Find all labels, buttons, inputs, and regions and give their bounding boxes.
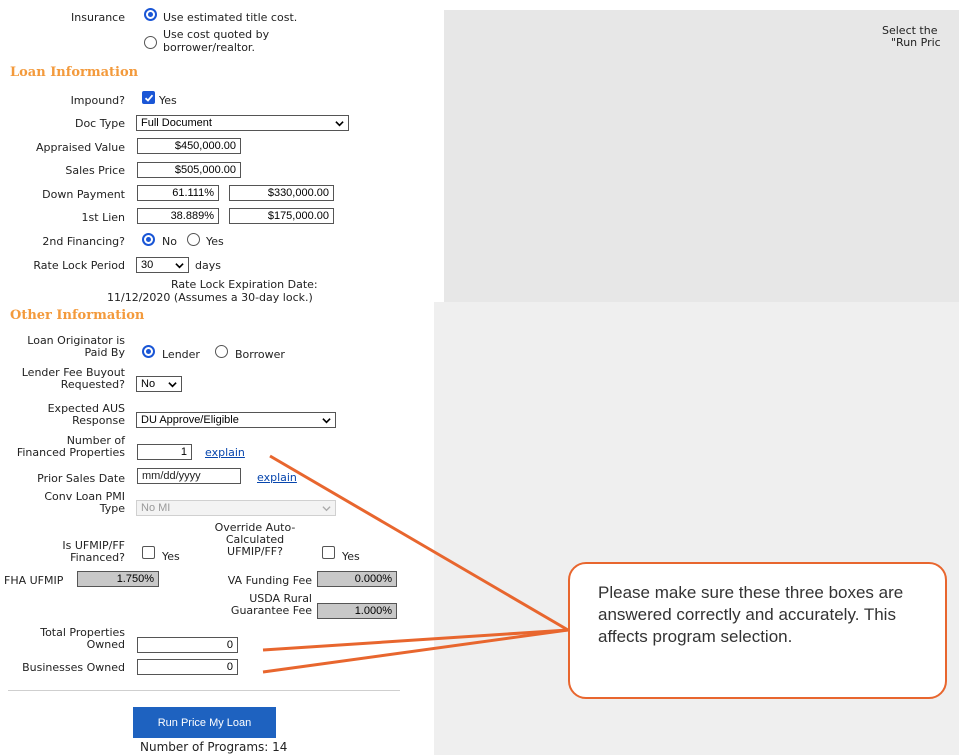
annotation-arrow-financed — [269, 454, 569, 632]
annotation-callout: Please make sure these three boxes are a… — [568, 562, 947, 699]
annotation-arrow-businesses — [262, 628, 569, 674]
annotation-arrow-total-properties — [262, 628, 569, 652]
